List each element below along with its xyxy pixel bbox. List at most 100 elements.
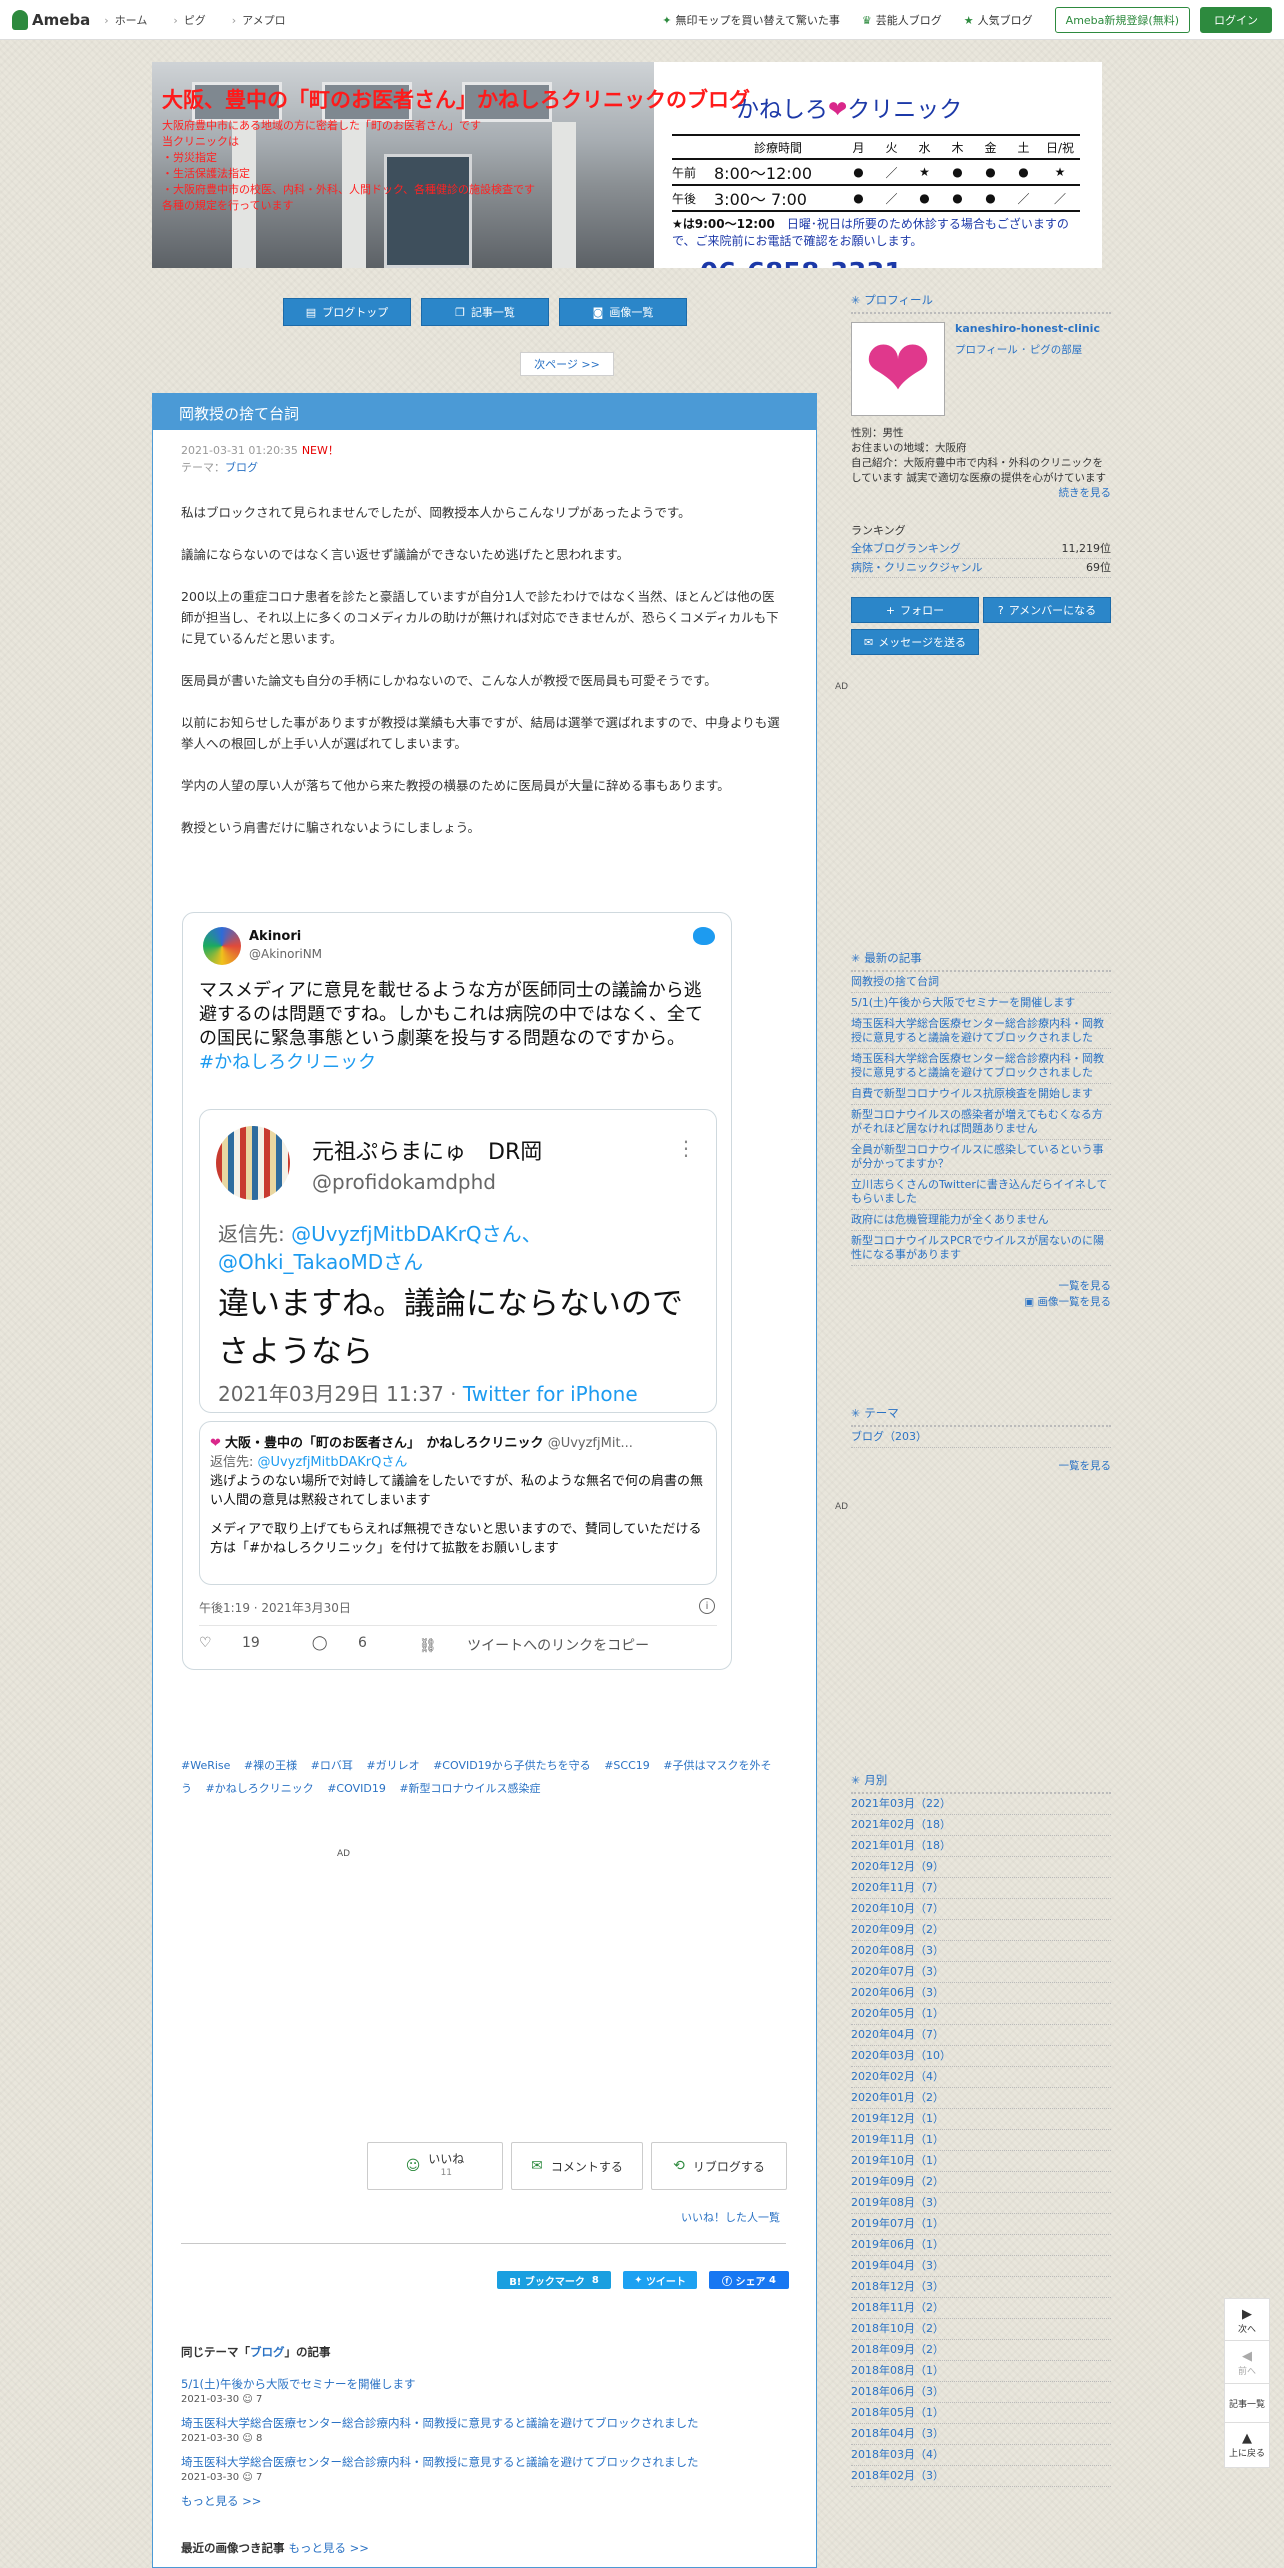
theme-link[interactable]: ブログ xyxy=(225,461,258,474)
latest-entry-link[interactable]: 5/1(土)午後から大阪でセミナーを開催します xyxy=(851,993,1111,1014)
reply-to-link[interactable]: @UvyzfjMitbDAKrQさん xyxy=(258,1455,408,1470)
month-link[interactable]: 2018年06月（3） xyxy=(851,2382,1111,2403)
latest-entry-link[interactable]: 全員が新型コロナウイルスに感染しているという事が分かってますか？ xyxy=(851,1140,1111,1175)
month-link[interactable]: 2018年10月（2） xyxy=(851,2319,1111,2340)
month-link[interactable]: 2018年11月（2） xyxy=(851,2298,1111,2319)
month-link[interactable]: 2020年05月（1） xyxy=(851,2004,1111,2025)
register-button[interactable]: Ameba新規登録(無料) xyxy=(1054,6,1190,33)
month-link[interactable]: 2018年09月（2） xyxy=(851,2340,1111,2361)
profile-name[interactable]: kaneshiro-honest-clinic xyxy=(955,322,1100,335)
more-icon[interactable]: ⋮ xyxy=(676,1136,696,1160)
month-link[interactable]: 2019年06月（1） xyxy=(851,2235,1111,2256)
ameba-logo[interactable]: Ameba xyxy=(12,9,90,30)
month-link[interactable]: 2020年10月（7） xyxy=(851,1899,1111,1920)
month-link[interactable]: 2019年04月（3） xyxy=(851,2256,1111,2277)
latest-more-link[interactable]: 一覧を見る xyxy=(851,1278,1112,1294)
month-link[interactable]: 2018年03月（4） xyxy=(851,2445,1111,2466)
tweet-author-name[interactable]: Akinori xyxy=(249,929,301,944)
month-link[interactable]: 2018年05月（1） xyxy=(851,2403,1111,2424)
tweet-avatar[interactable] xyxy=(203,927,241,965)
profile-more-link[interactable]: 続きを見る xyxy=(851,486,1112,501)
hashtag-link[interactable]: #ガリレオ xyxy=(366,1759,419,1772)
like-list-link[interactable]: いいね！した人一覧 xyxy=(681,2209,780,2225)
back-to-top-button[interactable]: ▲ 上に戻る xyxy=(1224,2422,1270,2468)
tweet-like[interactable]: ♡ 19 xyxy=(199,1635,286,1655)
month-link[interactable]: 2020年12月（9） xyxy=(851,1857,1111,1878)
next-page-button[interactable]: 次ページ >> xyxy=(520,352,614,376)
month-link[interactable]: 2019年08月（3） xyxy=(851,2193,1111,2214)
theme-item-link[interactable]: ブログ（203） xyxy=(851,1427,1111,1448)
blog-title[interactable]: 大阪、豊中の「町のお医者さん」かねしろクリニックのブログ xyxy=(162,84,750,114)
month-link[interactable]: 2020年07月（3） xyxy=(851,1962,1111,1983)
follow-button[interactable]: + フォロー xyxy=(851,597,979,623)
month-link[interactable]: 2020年09月（2） xyxy=(851,1920,1111,1941)
facebook-share-button[interactable]: ⓕ シェア 4 xyxy=(709,2271,789,2289)
twitter-bird-icon[interactable] xyxy=(693,927,715,945)
hashtag-link[interactable]: #COVID19 xyxy=(327,1782,386,1795)
hashtag-link[interactable]: #新型コロナウイルス感染症 xyxy=(399,1782,540,1795)
tweet-date[interactable]: 午後1:19 · 2021年3月30日 xyxy=(199,1599,351,1616)
login-button[interactable]: ログイン xyxy=(1200,6,1272,33)
tweet-share-button[interactable]: ✦ ツイート xyxy=(623,2271,697,2289)
month-link[interactable]: 2019年07月（1） xyxy=(851,2214,1111,2235)
comment-button[interactable]: ✉ コメントする xyxy=(511,2142,643,2190)
profile-avatar[interactable]: ❤ xyxy=(851,322,945,416)
hatena-bookmark-button[interactable]: B! ブックマーク 8 xyxy=(497,2271,611,2289)
month-link[interactable]: 2019年10月（1） xyxy=(851,2151,1111,2172)
month-link[interactable]: 2020年06月（3） xyxy=(851,1983,1111,2004)
tweet-copy-link[interactable]: ⛓ ツイートへのリンクをコピー xyxy=(419,1635,675,1655)
info-icon[interactable]: i xyxy=(699,1598,715,1614)
same-theme-more-link[interactable]: もっと見る >> xyxy=(181,2493,786,2509)
nav-amepro[interactable]: アメプロ xyxy=(232,12,285,28)
quoted-tweet[interactable]: 元祖ぷらまにゅ DR岡 @profidokamdphd ⋮ 返信先: @Uvyz… xyxy=(199,1109,717,1413)
same-theme-link[interactable]: 埼玉医科大学総合医療センター総合診療内科・岡教授に意見すると議論を避けてブロック… xyxy=(181,2416,699,2430)
amember-button[interactable]: ? アメンバーになる xyxy=(983,597,1111,623)
month-link[interactable]: 2020年03月（10） xyxy=(851,2046,1111,2067)
quoted-via[interactable]: Twitter for iPhone xyxy=(463,1382,638,1406)
profile-links[interactable]: プロフィール ･ ピグの部屋 xyxy=(955,342,1082,357)
tweet-author-handle[interactable]: @AkinoriNM xyxy=(249,947,322,961)
latest-images-link[interactable]: ▣ 画像一覧を見る xyxy=(851,1294,1111,1310)
next-entry-button[interactable]: ▶ 次へ xyxy=(1224,2298,1270,2344)
month-link[interactable]: 2018年02月（3） xyxy=(851,2466,1111,2487)
month-link[interactable]: 2019年09月（2） xyxy=(851,2172,1111,2193)
hashtag-link[interactable]: #かねしろクリニック xyxy=(206,1782,314,1795)
latest-entry-link[interactable]: 新型コロナウイルスPCRでウイルスが居ないのに陽性になる事があります xyxy=(851,1231,1111,1266)
hashtag-link[interactable]: #ロバ耳 xyxy=(311,1759,353,1772)
latest-entry-link[interactable]: 立川志らくさんのTwitterに書き込んだらイイネしてもらいました xyxy=(851,1175,1111,1210)
embedded-tweet[interactable]: Akinori @AkinoriNM マスメディアに意見を載せるような方が医師同… xyxy=(182,912,732,1670)
nav-home[interactable]: ホーム xyxy=(104,12,148,28)
celebrity-blog-link[interactable]: ♛ 芸能人ブログ xyxy=(862,12,942,28)
latest-entry-link[interactable]: 新型コロナウイルスの感染者が増えてもむくなる方がそれほど居なければ問題ありません xyxy=(851,1105,1111,1140)
quoted-avatar[interactable] xyxy=(216,1126,290,1200)
month-link[interactable]: 2021年02月（18） xyxy=(851,1815,1111,1836)
quoted-tweet-2[interactable]: ❤ 大阪・豊中の「町のお医者さん」 かねしろクリニック @UvyzfjMit..… xyxy=(199,1421,717,1585)
entry-list-button[interactable]: ❐ 記事一覧 xyxy=(421,298,549,326)
latest-entry-link[interactable]: 岡教授の捨て台詞 xyxy=(851,972,1111,993)
latest-entry-link[interactable]: 自費で新型コロナウイルス抗原検査を開始します xyxy=(851,1084,1111,1105)
month-link[interactable]: 2021年01月（18） xyxy=(851,1836,1111,1857)
promo-link[interactable]: ✦ 無印モップを買い替えて驚いた事 xyxy=(662,12,840,28)
blog-header[interactable]: 大阪、豊中の「町のお医者さん」かねしろクリニックのブログ 大阪府豊中市にある地域… xyxy=(152,62,1102,268)
image-list-button[interactable]: ◙ 画像一覧 xyxy=(559,298,687,326)
latest-entry-link[interactable]: 埼玉医科大学総合医療センター総合診療内科・岡教授に意見すると議論を避けてブロック… xyxy=(851,1014,1111,1049)
hashtag-link[interactable]: #WeRise xyxy=(181,1759,230,1772)
hashtag-link[interactable]: #COVID19から子供たちを守る xyxy=(433,1759,591,1772)
month-link[interactable]: 2019年12月（1） xyxy=(851,2109,1111,2130)
month-link[interactable]: 2018年08月（1） xyxy=(851,2361,1111,2382)
hashtag-link[interactable]: #SCC19 xyxy=(604,1759,650,1772)
latest-entry-link[interactable]: 政府には危機管理能力が全くありません xyxy=(851,1210,1111,1231)
popular-blog-link[interactable]: ★ 人気ブログ xyxy=(964,12,1033,28)
month-link[interactable]: 2020年11月（7） xyxy=(851,1878,1111,1899)
month-link[interactable]: 2020年08月（3） xyxy=(851,1941,1111,1962)
month-link[interactable]: 2019年11月（1） xyxy=(851,2130,1111,2151)
same-theme-link[interactable]: 5/1(土)午後から大阪でセミナーを開催します xyxy=(181,2377,415,2391)
month-link[interactable]: 2020年04月（7） xyxy=(851,2025,1111,2046)
tweet-reply[interactable]: ◯ 6 xyxy=(312,1635,393,1655)
quoted-author-handle[interactable]: @profidokamdphd xyxy=(312,1170,496,1194)
quoted2-handle[interactable]: @UvyzfjMit... xyxy=(548,1436,633,1451)
month-link[interactable]: 2018年12月（3） xyxy=(851,2277,1111,2298)
prev-entry-button[interactable]: ◀ 前へ xyxy=(1224,2340,1270,2386)
reblog-button[interactable]: ⟲ リブログする xyxy=(651,2142,787,2190)
same-theme-name[interactable]: ブログ xyxy=(250,2345,285,2359)
